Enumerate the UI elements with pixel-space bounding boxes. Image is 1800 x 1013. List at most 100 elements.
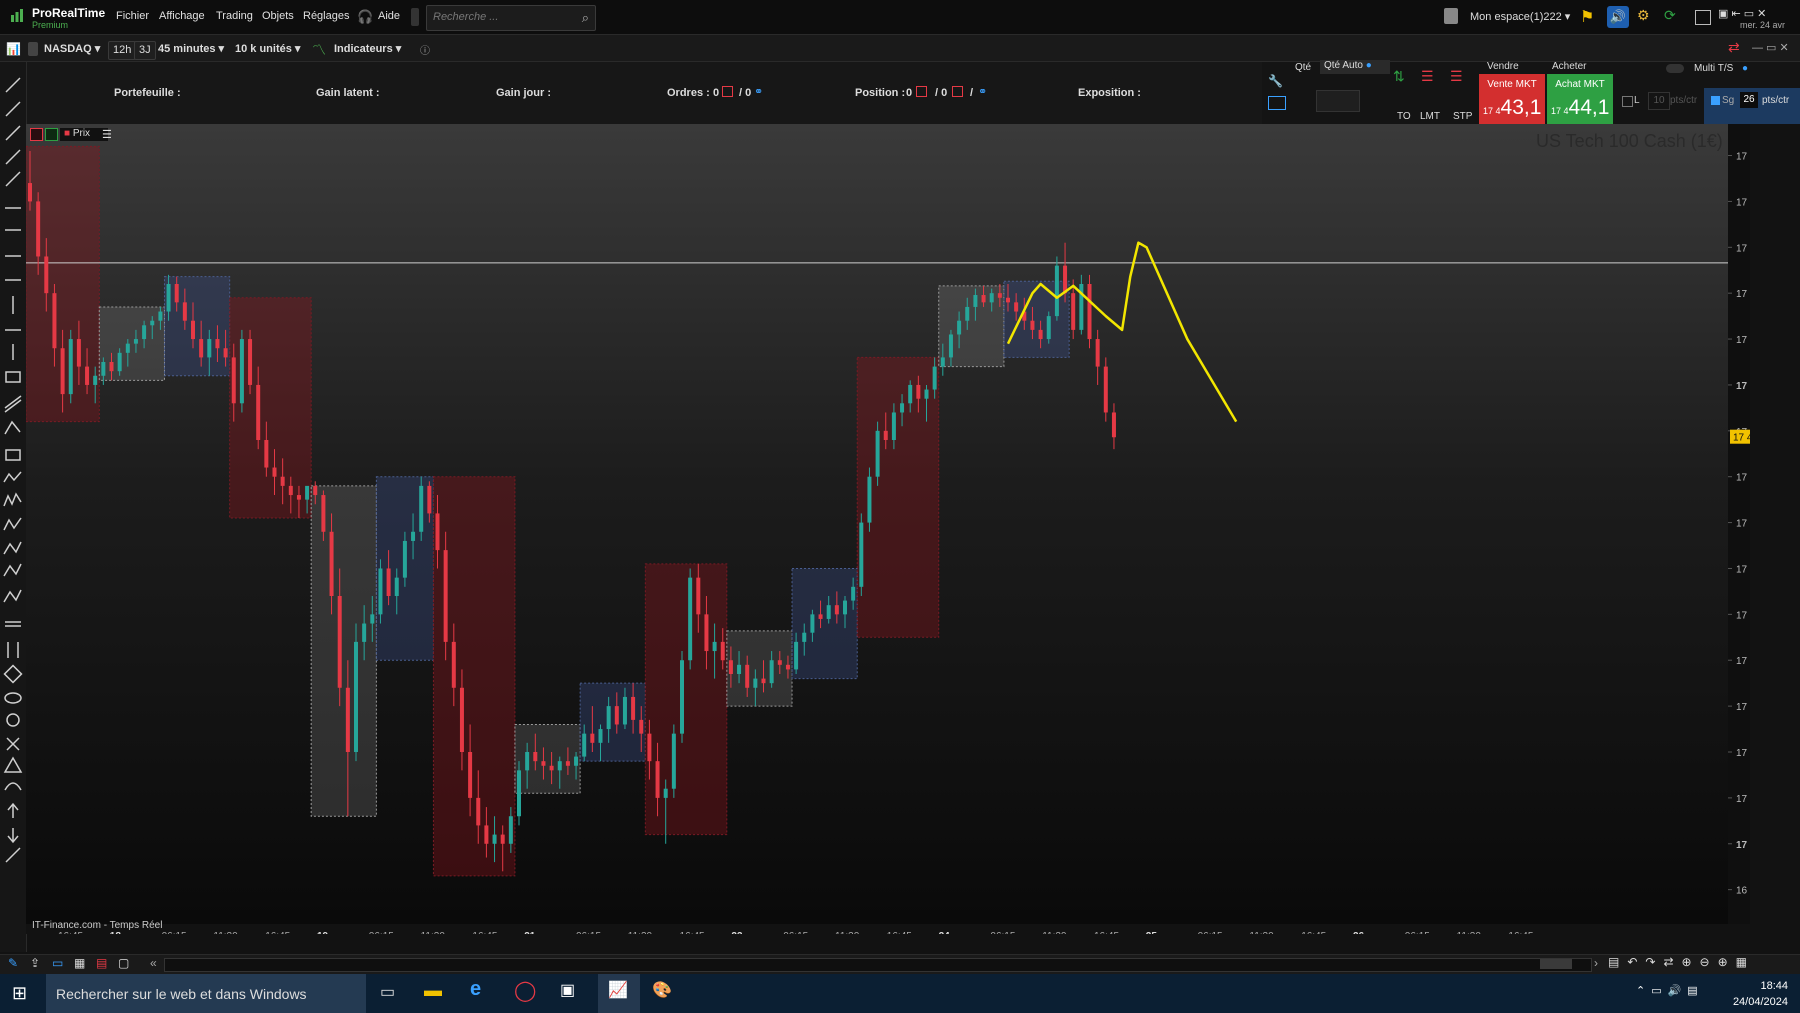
- position-close-icon[interactable]: [916, 86, 927, 97]
- candle-body: [239, 339, 244, 404]
- position-value: 0: [906, 87, 913, 99]
- candle-body: [525, 752, 530, 771]
- taskbar-search[interactable]: Rechercher sur le web et dans Windows: [46, 974, 366, 1013]
- opera-browser-icon[interactable]: ◯: [514, 978, 536, 1003]
- l-input[interactable]: 10: [1648, 92, 1670, 110]
- paint-icon[interactable]: 🎨: [652, 980, 672, 1000]
- units-selector[interactable]: 10 k unités ▾: [231, 41, 304, 58]
- candle-body: [60, 348, 65, 395]
- candle-body: [900, 403, 905, 413]
- menu-aide[interactable]: Aide: [378, 10, 400, 22]
- buy-price-prefix: 17 4: [1551, 106, 1569, 116]
- indicators-icon[interactable]: 〽: [312, 40, 326, 60]
- menu-trading[interactable]: Trading: [216, 10, 253, 22]
- task-view-icon[interactable]: ▭: [380, 982, 395, 1002]
- sg-input[interactable]: 26: [1740, 92, 1758, 108]
- layout-icon[interactable]: ▢: [118, 956, 129, 970]
- candle-body: [834, 605, 839, 615]
- l-checkbox[interactable]: [1622, 96, 1633, 107]
- store-icon[interactable]: ▣: [560, 980, 575, 1000]
- sg-checkbox[interactable]: [1711, 96, 1720, 105]
- period-12h-button[interactable]: 12h: [108, 41, 137, 60]
- file-explorer-icon[interactable]: ▬: [424, 980, 442, 1001]
- save-icon[interactable]: [1444, 8, 1458, 24]
- app-edition: Premium: [32, 20, 69, 30]
- time-tick-label: 06:15: [369, 931, 394, 934]
- market-selector[interactable]: NASDAQ ▾: [40, 41, 104, 58]
- menu-reglages[interactable]: Réglages: [303, 10, 349, 22]
- candle-body: [965, 306, 970, 321]
- period-3j-button[interactable]: 3J: [134, 41, 156, 60]
- ordres-link-icon[interactable]: ⚭: [754, 85, 763, 98]
- quantity-input[interactable]: [1316, 90, 1360, 112]
- flag-icon[interactable]: ⚑: [1580, 7, 1600, 27]
- candle-body: [647, 733, 652, 762]
- search-icon[interactable]: ⌕: [582, 10, 589, 26]
- lmt-label[interactable]: LMT: [1420, 111, 1440, 122]
- taskbar-clock[interactable]: 18:44 24/04/2024: [1722, 978, 1788, 1010]
- menu-objets[interactable]: Objets: [262, 10, 294, 22]
- chart-area[interactable]: 17 750 17 700 17 650 17 600 17 550 17 500 17 4…: [26, 124, 1750, 934]
- menu-affichage[interactable]: Affichage: [159, 10, 205, 22]
- menu-fichier[interactable]: Fichier: [116, 10, 149, 22]
- ordres-close-icon[interactable]: [722, 86, 733, 97]
- trade-icon[interactable]: ⇄: [1728, 39, 1740, 56]
- scrollbar-thumb[interactable]: [1540, 959, 1572, 969]
- lock-icon[interactable]: [28, 42, 38, 56]
- scroll-right-button[interactable]: ›: [1594, 956, 1598, 970]
- zoom-tools[interactable]: ▤↶↷⇄⊕⊖⊕▦: [1608, 955, 1755, 969]
- multi-ts-toggle[interactable]: [1666, 64, 1684, 73]
- horizontal-scrollbar[interactable]: [164, 958, 1592, 972]
- draw-mode-icon[interactable]: ✎: [8, 956, 18, 970]
- drawing-tools-icons[interactable]: [0, 62, 26, 952]
- position-link-icon[interactable]: ⚭: [978, 85, 987, 98]
- chart-settings-icon[interactable]: [45, 128, 58, 141]
- candle-body: [207, 339, 212, 358]
- stp-label[interactable]: STP: [1453, 111, 1472, 122]
- buy-market-button[interactable]: Achat MKT 17 444,1: [1547, 74, 1613, 126]
- to-order-icon[interactable]: ⇅: [1393, 68, 1405, 85]
- scroll-left-button[interactable]: «: [150, 956, 157, 970]
- interval-selector[interactable]: 45 minutes ▾: [154, 41, 228, 58]
- workspace-selector[interactable]: Mon espace(1)222 ▾: [1470, 10, 1570, 23]
- list-icon[interactable]: ☰: [102, 128, 112, 141]
- candle-body: [272, 467, 277, 477]
- window-icon[interactable]: [1695, 10, 1711, 25]
- panel-window-controls[interactable]: — ▭ ✕: [1752, 41, 1789, 54]
- system-tray-icons[interactable]: ⌃▭🔊▤: [1636, 984, 1704, 997]
- taskbar-search-text: Rechercher sur le web et dans Windows: [56, 986, 307, 1002]
- chart-add-icon[interactable]: [30, 128, 43, 141]
- info-icon[interactable]: ⓘ: [420, 42, 430, 57]
- window-controls[interactable]: ▣ ⇤ ▭ ✕: [1718, 7, 1766, 20]
- indicators-menu[interactable]: Indicateurs ▾: [330, 41, 405, 58]
- keyboard-icon[interactable]: [1268, 96, 1286, 110]
- windows-start-icon[interactable]: ⊞: [12, 983, 27, 1004]
- screens-icon[interactable]: ▭: [52, 956, 63, 970]
- search-box[interactable]: Recherche ... ⌕: [426, 5, 596, 31]
- candle-body: [1038, 329, 1043, 340]
- position-close-all-icon[interactable]: [952, 86, 963, 97]
- edge-browser-icon[interactable]: e: [470, 978, 481, 1001]
- sync-icon[interactable]: ⟳: [1664, 7, 1684, 27]
- to-label[interactable]: TO: [1397, 111, 1411, 122]
- qte-auto-toggle[interactable]: Qté Auto ●: [1320, 60, 1390, 74]
- prorealtime-taskbar-icon[interactable]: 📈: [608, 980, 628, 1000]
- wrench-icon[interactable]: 🔧: [1268, 74, 1284, 88]
- speaker-icon[interactable]: 🔊: [1607, 6, 1629, 28]
- candle-body: [663, 788, 668, 798]
- candle-body: [598, 729, 603, 743]
- lmt-order-icon[interactable]: ☰: [1421, 68, 1434, 85]
- interval-label: 45 minutes: [158, 43, 216, 55]
- share-icon[interactable]: ⇪: [30, 956, 40, 970]
- candle-body: [533, 752, 538, 762]
- calculator-icon[interactable]: ▦: [74, 956, 85, 970]
- sell-market-button[interactable]: Vente MKT 17 443,1: [1479, 74, 1545, 126]
- alerts-icon[interactable]: ⚙: [1637, 7, 1657, 27]
- stp-order-icon[interactable]: ☰: [1450, 68, 1463, 85]
- price-chart[interactable]: 17 750 17 700 17 650 17 600 17 550 17 500 17 4…: [26, 124, 1750, 934]
- chart-type-icon[interactable]: 📊: [6, 42, 21, 56]
- price-tick-label: 17 550: [1736, 335, 1750, 346]
- orders-book-icon[interactable]: ▤: [96, 956, 107, 970]
- prix-label-chip[interactable]: ■ Prix: [60, 128, 108, 141]
- candle-body: [321, 495, 326, 532]
